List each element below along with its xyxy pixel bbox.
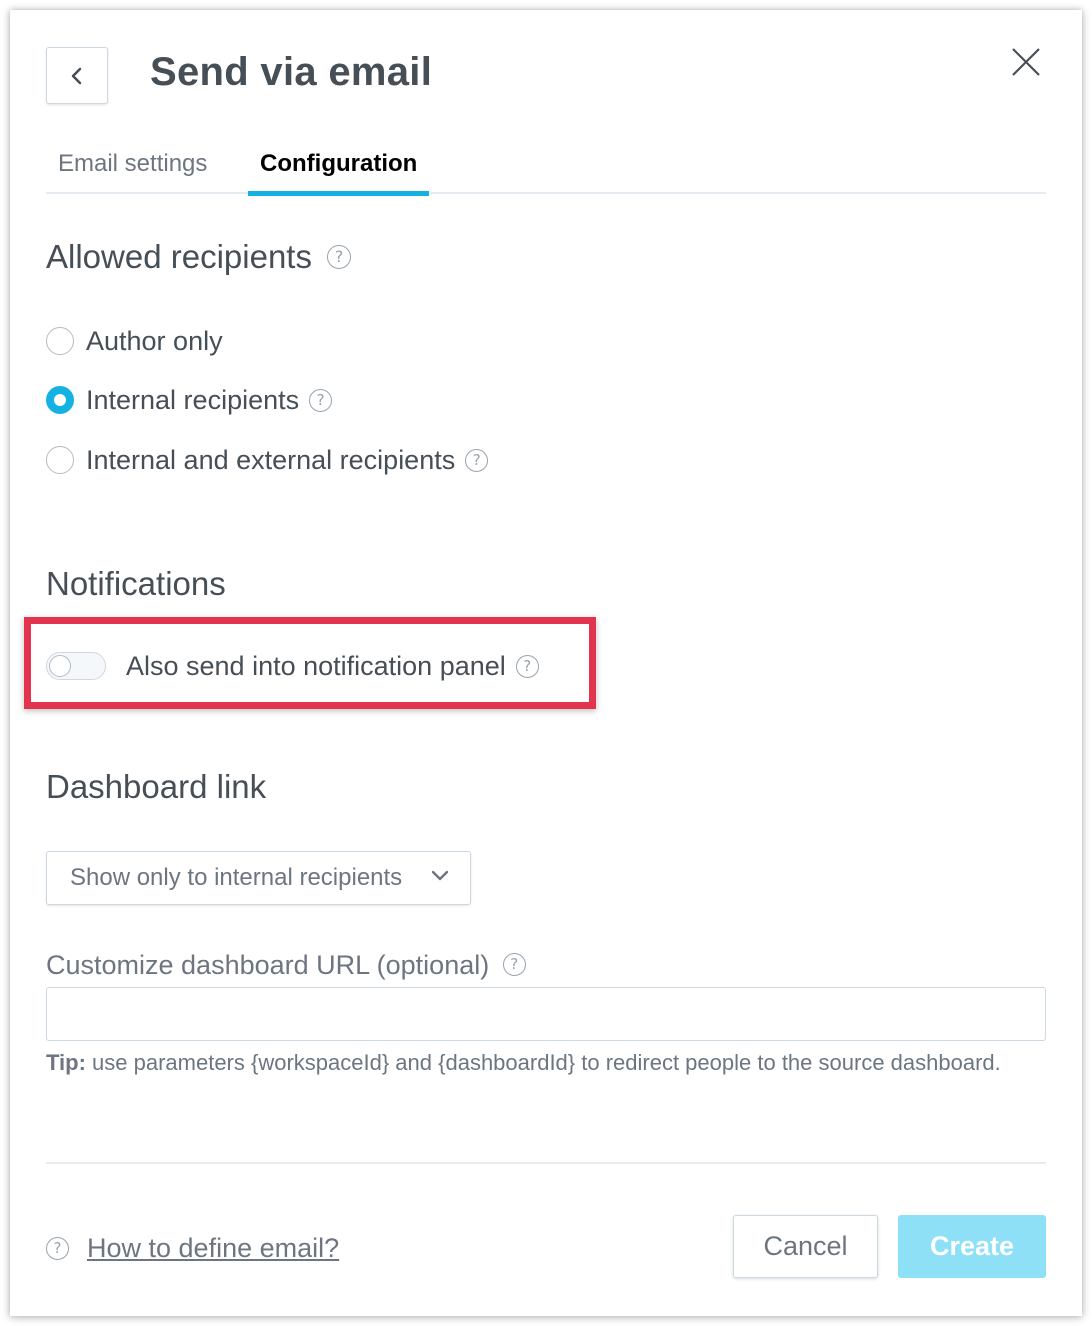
radio-label: Internal recipients: [86, 384, 300, 415]
radio-button[interactable]: [46, 327, 74, 355]
send-email-dialog: Send via email Email settings Configurat…: [10, 10, 1082, 1316]
toggle-label: Also send into notification panel: [126, 650, 506, 681]
back-button[interactable]: [46, 47, 108, 104]
tab-email-settings[interactable]: Email settings: [58, 150, 207, 194]
tab-configuration[interactable]: Configuration: [248, 150, 430, 196]
radio-label: Internal and external recipients: [86, 444, 456, 475]
dashboard-link-title: Dashboard link: [46, 768, 267, 805]
url-label-text: Customize dashboard URL (optional): [46, 950, 490, 980]
radio-internal-external-recipients[interactable]: Internal and external recipients ?: [46, 442, 489, 478]
notification-toggle-row: Also send into notification panel ?: [46, 646, 539, 686]
tip-label: Tip:: [46, 1050, 86, 1075]
radio-author-only[interactable]: Author only: [46, 323, 233, 359]
help-icon[interactable]: ?: [327, 245, 352, 270]
cancel-button[interactable]: Cancel: [733, 1215, 878, 1278]
dashboard-link-select[interactable]: Show only to internal recipients: [46, 851, 471, 905]
radio-internal-recipients[interactable]: Internal recipients ?: [46, 382, 333, 418]
dialog-title: Send via email: [150, 50, 433, 94]
select-value: Show only to internal recipients: [70, 864, 403, 891]
chevron-down-icon: [431, 870, 449, 881]
create-button[interactable]: Create: [898, 1215, 1046, 1278]
dashboard-url-input[interactable]: [46, 987, 1046, 1041]
tab-bar: Email settings Configuration: [46, 150, 1046, 196]
tip-text: use parameters {workspaceId} and {dashbo…: [85, 1050, 1001, 1075]
notification-panel-toggle[interactable]: [46, 652, 106, 680]
url-field-label: Customize dashboard URL (optional) ?: [46, 950, 526, 981]
radio-label: Author only: [86, 325, 223, 356]
close-button[interactable]: [1006, 42, 1046, 82]
footer-divider: [46, 1162, 1046, 1164]
help-icon[interactable]: ?: [515, 654, 539, 678]
close-icon: [1012, 48, 1040, 76]
url-tip: Tip: use parameters {workspaceId} and {d…: [46, 1050, 1006, 1076]
help-link-row: ? How to define email?: [46, 1230, 339, 1266]
help-icon[interactable]: ?: [502, 953, 526, 977]
how-to-define-email-link[interactable]: How to define email?: [87, 1233, 339, 1264]
allowed-recipients-heading: Allowed recipients ?: [46, 238, 352, 276]
chevron-left-icon: [71, 67, 82, 84]
help-icon[interactable]: ?: [465, 448, 489, 472]
toggle-knob: [49, 655, 71, 677]
allowed-recipients-title: Allowed recipients: [46, 238, 312, 275]
help-icon[interactable]: ?: [309, 388, 333, 412]
help-icon: ?: [46, 1236, 69, 1260]
notifications-title: Notifications: [46, 565, 226, 602]
radio-button[interactable]: [46, 446, 74, 474]
radio-button-checked[interactable]: [46, 386, 74, 414]
